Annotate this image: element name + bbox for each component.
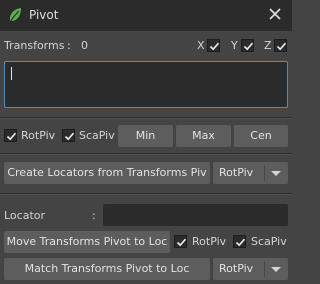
transforms-label: Transforms [4, 39, 65, 52]
separator [0, 193, 292, 195]
check-icon [176, 238, 187, 247]
chevron-down-icon [271, 267, 281, 272]
axis-y-checkbox[interactable] [241, 39, 254, 52]
locator-separator: : [92, 209, 96, 222]
check-icon [6, 132, 17, 141]
text-caret [11, 67, 12, 80]
match-pivot-button[interactable]: Match Transforms Pivot to Loc [4, 258, 210, 280]
move-rotpiv-checkbox[interactable] [174, 235, 187, 248]
match-dropdown[interactable]: RotPiv [213, 258, 288, 280]
create-locators-dropdown[interactable]: RotPiv [213, 162, 288, 184]
transforms-count: 0 [81, 39, 88, 52]
axis-x-label: X [197, 39, 205, 52]
separator [0, 153, 292, 155]
rotpiv-checkbox[interactable] [4, 129, 17, 142]
separator [0, 117, 292, 119]
dropdown-value: RotPiv [219, 262, 254, 275]
create-locators-button[interactable]: Create Locators from Transforms Piv [4, 162, 210, 184]
chevron-down-icon [271, 171, 281, 176]
check-icon [64, 132, 75, 141]
axis-y-label: Y [231, 39, 238, 52]
dropdown-divider [264, 165, 265, 181]
close-icon[interactable] [267, 6, 283, 22]
locator-field[interactable] [103, 204, 288, 226]
locator-label: Locator [4, 209, 46, 222]
dropdown-divider [264, 261, 265, 277]
check-icon [276, 42, 287, 51]
check-icon [243, 42, 254, 51]
transforms-textarea[interactable] [4, 61, 288, 108]
move-rotpiv-label: RotPiv [192, 235, 227, 248]
axis-z-label: Z [264, 39, 272, 52]
check-icon [235, 238, 246, 247]
scapiv-checkbox[interactable] [62, 129, 75, 142]
scapiv-label: ScaPiv [79, 129, 115, 142]
move-scapiv-checkbox[interactable] [233, 235, 246, 248]
max-button[interactable]: Max [176, 125, 231, 147]
transforms-separator: : [67, 39, 71, 52]
move-scapiv-label: ScaPiv [251, 235, 287, 248]
cen-button[interactable]: Cen [234, 125, 288, 147]
move-pivot-button[interactable]: Move Transforms Pivot to Loc [4, 231, 170, 253]
window-title: Pivot [29, 8, 59, 22]
leaf-icon [9, 8, 21, 23]
axis-z-checkbox[interactable] [274, 39, 287, 52]
rotpiv-label: RotPiv [21, 129, 56, 142]
check-icon [209, 42, 220, 51]
axis-x-checkbox[interactable] [207, 39, 220, 52]
dropdown-value: RotPiv [219, 166, 254, 179]
min-button[interactable]: Min [118, 125, 173, 147]
